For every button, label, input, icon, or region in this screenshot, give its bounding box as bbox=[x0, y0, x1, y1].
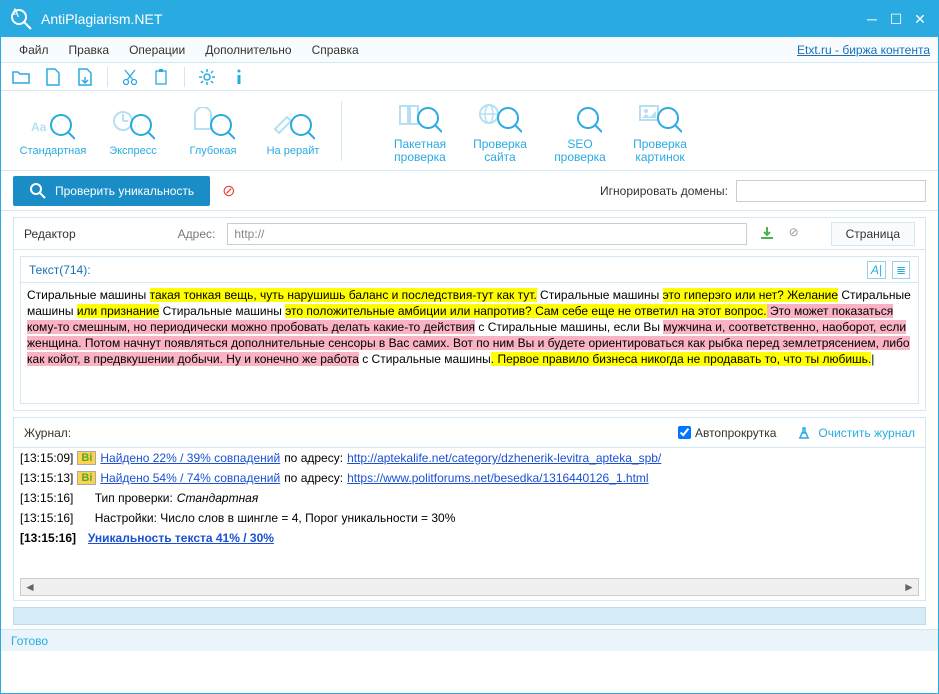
mode-site[interactable]: Проверкасайта bbox=[460, 98, 540, 164]
mode-images[interactable]: Проверкакартинок bbox=[620, 98, 700, 164]
url-link[interactable]: http://aptekalife.net/category/dzhenerik… bbox=[347, 451, 661, 465]
tab-page[interactable]: Страница bbox=[831, 222, 915, 246]
menubar: Файл Правка Операции Дополнительно Справ… bbox=[1, 37, 938, 63]
match-link[interactable]: Найдено 54% / 74% совпадений bbox=[100, 471, 280, 485]
menu-file[interactable]: Файл bbox=[9, 43, 59, 57]
svg-text:A: A bbox=[11, 7, 19, 20]
menu-edit[interactable]: Правка bbox=[59, 43, 120, 57]
settings-icon[interactable] bbox=[197, 67, 217, 87]
check-uniqueness-button[interactable]: Проверить уникальность bbox=[13, 176, 210, 206]
cut-icon[interactable] bbox=[120, 67, 140, 87]
journal-row: [13:15:13] Bi Найдено 54% / 74% совпаден… bbox=[20, 468, 919, 488]
editor-label: Редактор bbox=[24, 227, 76, 241]
scroll-right-icon[interactable]: ► bbox=[900, 580, 918, 594]
horizontal-scrollbar[interactable]: ◄ ► bbox=[20, 578, 919, 596]
block-icon[interactable]: ⊘ bbox=[789, 225, 807, 243]
mode-seo[interactable]: SEOпроверка bbox=[540, 98, 620, 164]
match-link[interactable]: Найдено 22% / 39% совпадений bbox=[100, 451, 280, 465]
close-button[interactable]: ✕ bbox=[910, 9, 930, 29]
stop-icon[interactable]: ⊘ bbox=[222, 181, 235, 201]
mode-rewrite[interactable]: На рерайт bbox=[253, 105, 333, 157]
layout-icon[interactable]: ≣ bbox=[892, 261, 910, 279]
uniqueness-result-link[interactable]: Уникальность текста 41% / 30% bbox=[88, 531, 274, 545]
menu-help[interactable]: Справка bbox=[302, 43, 369, 57]
journal-row: [13:15:09] Bi Найдено 22% / 39% совпаден… bbox=[20, 448, 919, 468]
toolbar bbox=[1, 63, 938, 91]
mode-express[interactable]: Экспресс bbox=[93, 105, 173, 157]
mode-standard-label: Стандартная bbox=[20, 145, 87, 157]
journal-row: [13:15:16] Тип проверки: Стандартная bbox=[20, 488, 919, 508]
font-icon[interactable]: A| bbox=[867, 261, 886, 279]
journal-label: Журнал: bbox=[24, 426, 71, 440]
menu-extra[interactable]: Дополнительно bbox=[195, 43, 301, 57]
action-row: Проверить уникальность ⊘ Игнорировать до… bbox=[1, 171, 938, 211]
etxt-link[interactable]: Etxt.ru - биржа контента bbox=[797, 43, 930, 57]
mode-deep-label: Глубокая bbox=[190, 145, 237, 157]
progress-bar bbox=[13, 607, 926, 625]
menu-ops[interactable]: Операции bbox=[119, 43, 195, 57]
address-input[interactable] bbox=[227, 223, 746, 245]
svg-text:Aa: Aa bbox=[31, 120, 47, 134]
ignore-domains-input[interactable] bbox=[736, 180, 926, 202]
journal-list[interactable]: [13:15:09] Bi Найдено 22% / 39% совпаден… bbox=[14, 448, 925, 578]
journal-row: [13:15:16] Настройки: Число слов в шингл… bbox=[20, 508, 919, 528]
mode-batch[interactable]: Пакетнаяпроверка bbox=[380, 98, 460, 164]
editor-block: Редактор Адрес: ⊘ Страница Текст(714): A… bbox=[13, 217, 926, 411]
url-link[interactable]: https://www.politforums.net/besedka/1316… bbox=[347, 471, 649, 485]
mode-rewrite-label: На рерайт bbox=[267, 145, 320, 157]
text-editor[interactable]: Стиральные машины такая тонкая вещь, чут… bbox=[21, 283, 918, 371]
open-folder-icon[interactable] bbox=[11, 67, 31, 87]
mode-standard[interactable]: Aa Стандартная bbox=[13, 105, 93, 157]
journal-result-row: [13:15:16] Уникальность текста 41% / 30% bbox=[20, 528, 919, 548]
bi-badge: Bi bbox=[77, 471, 96, 485]
maximize-button[interactable]: ☐ bbox=[886, 9, 906, 29]
broom-icon bbox=[796, 425, 812, 441]
save-icon[interactable] bbox=[75, 67, 95, 87]
mode-deep[interactable]: Глубокая bbox=[173, 105, 253, 157]
status-text: Готово bbox=[11, 634, 48, 648]
minimize-button[interactable]: ─ bbox=[862, 9, 882, 29]
app-logo-icon: A bbox=[9, 7, 33, 31]
autoscroll-checkbox[interactable]: Автопрокрутка bbox=[678, 426, 776, 440]
scroll-left-icon[interactable]: ◄ bbox=[21, 580, 39, 594]
address-label: Адрес: bbox=[178, 227, 216, 241]
app-title: AntiPlagiarism.NET bbox=[41, 11, 862, 27]
ignore-label: Игнорировать домены: bbox=[600, 184, 728, 198]
mode-express-label: Экспресс bbox=[109, 145, 157, 157]
new-file-icon[interactable] bbox=[43, 67, 63, 87]
clear-journal-button[interactable]: Очистить журнал bbox=[796, 425, 915, 441]
titlebar: A AntiPlagiarism.NET ─ ☐ ✕ bbox=[1, 1, 938, 37]
status-bar: Готово bbox=[1, 629, 938, 651]
download-icon[interactable] bbox=[759, 225, 777, 243]
ribbon: Aa Стандартная Экспресс Глубокая На рера… bbox=[1, 91, 938, 171]
paste-icon[interactable] bbox=[152, 67, 172, 87]
info-icon[interactable] bbox=[229, 67, 249, 87]
text-header: Текст(714): bbox=[29, 263, 91, 277]
journal-block: Журнал: Автопрокрутка Очистить журнал [1… bbox=[13, 417, 926, 601]
bi-badge: Bi bbox=[77, 451, 96, 465]
